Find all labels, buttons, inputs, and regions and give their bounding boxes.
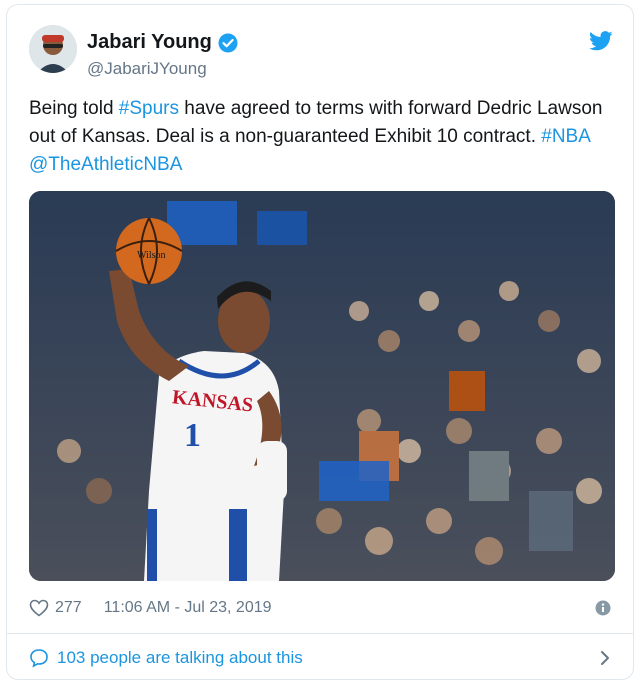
author-handle[interactable]: @JabariJYoung: [87, 59, 207, 79]
tweet-text: Being told #Spurs have agreed to terms w…: [29, 95, 609, 179]
tweet-card: Jabari Young @JabariJYoung Being told #S…: [6, 4, 634, 680]
jersey-number: 1: [184, 417, 201, 454]
hashtag-spurs-link[interactable]: #Spurs: [119, 98, 179, 119]
conversation-link[interactable]: 103 people are talking about this: [29, 647, 303, 669]
timestamp[interactable]: 11:06 AM - Jul 23, 2019: [104, 599, 272, 617]
avatar[interactable]: [29, 25, 77, 73]
ball-brand-text: Wilson: [137, 250, 166, 261]
heart-icon[interactable]: [29, 599, 49, 617]
divider: [7, 633, 633, 634]
conversation-text[interactable]: 103 people are talking about this: [57, 648, 303, 668]
chevron-right-icon[interactable]: [599, 650, 611, 666]
mention-theathleticnba-link[interactable]: @TheAthleticNBA: [29, 154, 182, 175]
tweet-meta: 277 11:06 AM - Jul 23, 2019: [29, 597, 272, 619]
tweet-photo[interactable]: Wilson KANSAS 1: [29, 191, 615, 581]
tweet-text-part: Being told: [29, 98, 119, 119]
twitter-bird-icon[interactable]: [589, 31, 613, 51]
like-count[interactable]: 277: [55, 599, 82, 617]
speech-bubble-icon: [29, 648, 49, 668]
author-name[interactable]: Jabari Young: [87, 31, 238, 54]
info-icon[interactable]: [595, 600, 611, 616]
verified-badge-icon: [218, 33, 238, 53]
hashtag-nba-link[interactable]: #NBA: [541, 126, 590, 147]
author-name-text[interactable]: Jabari Young: [87, 31, 212, 54]
